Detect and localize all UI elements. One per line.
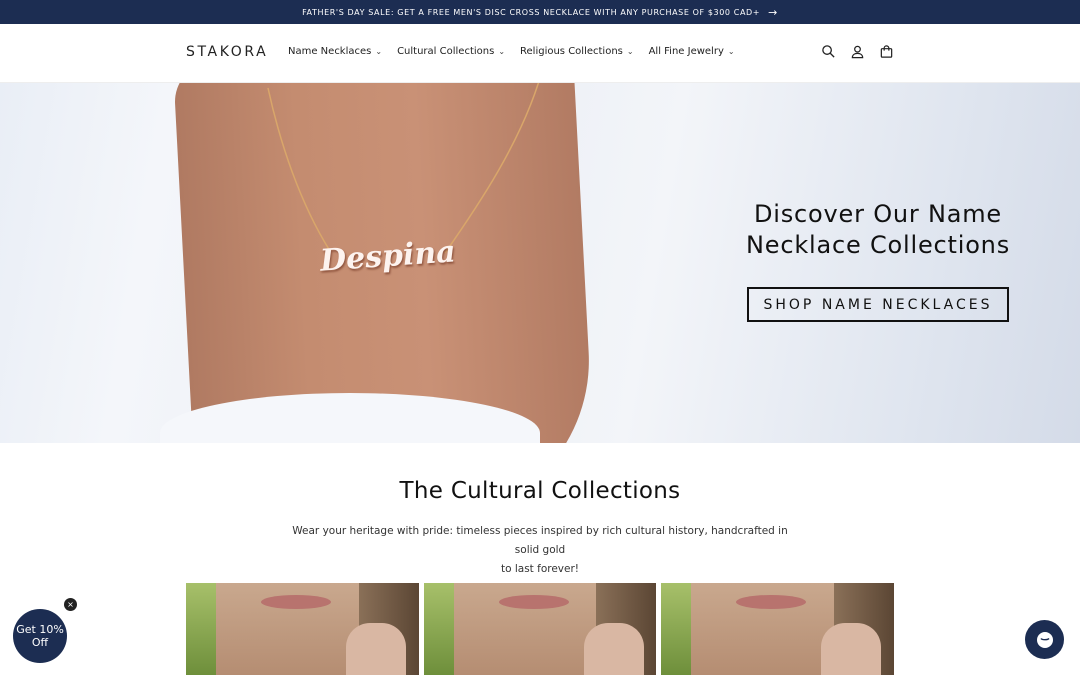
nav-item-all-fine-jewelry[interactable]: All Fine Jewelry ⌄ [649,46,735,57]
site-header: STAKORA Name Necklaces ⌄ Cultural Collec… [0,24,1080,83]
promo-line2: Off [31,636,49,649]
cart-icon[interactable] [879,44,894,63]
section-desc-line1: Wear your heritage with pride: timeless … [292,525,788,556]
arrow-right-icon[interactable]: → [768,6,778,19]
shop-name-necklaces-button[interactable]: SHOP NAME NECKLACES [747,287,1009,322]
nav-label: Religious Collections [520,46,623,57]
hero-title-line2: Necklace Collections [746,231,1010,259]
collection-cards [186,583,895,675]
logo[interactable]: STAKORA [186,44,268,60]
card-image-hand [346,623,406,675]
collection-card[interactable] [423,583,657,675]
section-title: The Cultural Collections [399,478,681,504]
chat-button[interactable] [1025,620,1064,659]
card-image-lips [498,595,569,609]
main-nav: Name Necklaces ⌄ Cultural Collections ⌄ … [288,46,735,57]
hero-heading: Discover Our Name Necklace Collections [740,199,1016,261]
nav-label: Name Necklaces [288,46,372,57]
hero-title-line1: Discover Our Name [754,200,1002,228]
account-icon[interactable] [850,44,865,63]
nav-item-name-necklaces[interactable]: Name Necklaces ⌄ [288,46,382,57]
section-desc-line2: to last forever! [500,563,580,575]
nav-label: All Fine Jewelry [648,46,724,57]
chevron-down-icon: ⌄ [498,47,506,56]
nav-label: Cultural Collections [397,46,495,57]
chevron-down-icon: ⌄ [626,47,634,56]
announcement-text[interactable]: FATHER'S DAY SALE: GET A FREE MEN'S DISC… [302,8,760,17]
discount-promo-button[interactable]: Get 10% Off [13,609,67,663]
card-image-background [423,583,454,675]
card-image-hand [821,623,882,675]
nav-item-cultural-collections[interactable]: Cultural Collections ⌄ [397,46,505,57]
card-image-background [186,583,216,675]
header-icons [821,44,894,63]
necklace-chain [267,83,540,254]
card-image-lips [261,595,331,609]
chat-icon [1036,631,1053,648]
announcement-bar[interactable]: FATHER'S DAY SALE: GET A FREE MEN'S DISC… [0,0,1080,24]
promo-line1: Get 10% [16,623,64,636]
collection-card[interactable] [186,583,419,675]
card-image-hand [583,623,644,675]
hero-banner: Despina Discover Our Name Necklace Colle… [0,83,1080,443]
chevron-down-icon: ⌄ [375,47,383,56]
nav-item-religious-collections[interactable]: Religious Collections ⌄ [520,46,634,57]
card-image-background [661,583,692,675]
section-description: Wear your heritage with pride: timeless … [280,522,800,579]
chevron-down-icon: ⌄ [727,47,735,56]
card-image-lips [736,595,807,609]
collection-card[interactable] [661,583,895,675]
close-icon[interactable]: × [64,598,77,611]
search-icon[interactable] [821,44,836,63]
